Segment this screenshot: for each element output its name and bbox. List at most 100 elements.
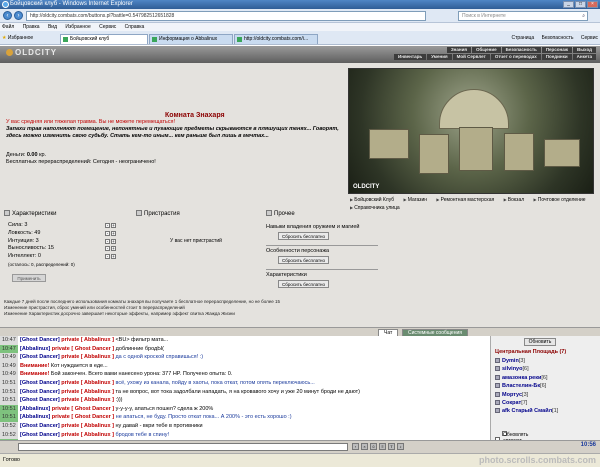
message-private-tag[interactable]: private [ Abbalinux ] — [61, 337, 114, 343]
nav-battles[interactable]: Поединки — [541, 54, 572, 60]
scene-building[interactable] — [369, 129, 409, 159]
plus-button[interactable]: + — [111, 238, 116, 244]
close-button[interactable]: × — [587, 1, 598, 8]
user-info-icon[interactable] — [495, 383, 500, 389]
message-time[interactable]: 10:51 — [0, 396, 18, 405]
minus-button[interactable]: - — [105, 230, 110, 236]
message-private-tag[interactable]: private [ Ghost Dancer ] — [52, 346, 114, 352]
chat-input[interactable] — [18, 443, 348, 451]
user-info-icon[interactable] — [495, 399, 500, 405]
plus-button[interactable]: + — [111, 230, 116, 236]
filter-icon[interactable]: ≡ — [379, 443, 386, 450]
online-user[interactable]: Сократ[7] — [495, 399, 558, 407]
message-sender[interactable]: [Ghost Dancer] — [20, 354, 60, 360]
message-private-tag[interactable]: private [ Abbalinux ] — [61, 397, 114, 403]
sound-icon[interactable]: ♪ — [397, 443, 404, 450]
user-info-icon[interactable] — [495, 358, 500, 363]
reset-characteristics-button[interactable]: Сбросить бесплатно — [278, 280, 330, 288]
message-private-tag[interactable]: private [ Abbalinux ] — [61, 432, 114, 438]
nav-exit[interactable]: Выход — [572, 47, 596, 53]
link-shop[interactable]: Магазин — [404, 197, 427, 203]
search-input[interactable]: Поиск в Интернете ⌕ — [458, 11, 588, 21]
message-time[interactable]: 10:47 — [0, 336, 18, 345]
online-user[interactable]: Властелин-Бк[6] — [495, 382, 558, 390]
message-sender[interactable]: [Abbalinux] — [20, 414, 50, 420]
online-user[interactable]: амазонка реки[6] — [495, 374, 558, 382]
message-sender[interactable]: [Ghost Dancer] — [20, 423, 60, 429]
menu-edit[interactable]: Правка — [23, 24, 40, 30]
message-time[interactable]: 10:49 — [0, 370, 18, 379]
menu-file[interactable]: Файл — [2, 24, 14, 30]
online-user[interactable]: Dymin[3] — [495, 357, 558, 365]
message-time[interactable]: 10:52 — [0, 430, 18, 440]
message-time[interactable]: 10:47 — [0, 344, 18, 354]
apply-button[interactable]: Применить — [12, 274, 46, 282]
reset-weapon-skills-button[interactable]: Сбросить бесплатно — [278, 232, 330, 240]
forward-button[interactable]: › — [14, 11, 23, 20]
message-private-tag[interactable]: private [ Ghost Dancer ] — [52, 414, 114, 420]
menu-tools[interactable]: Сервис — [99, 24, 116, 30]
nav-skills[interactable]: Умения — [427, 54, 452, 60]
tab-abbalinux-info[interactable]: Информация о Abbalinux — [149, 34, 233, 44]
user-name[interactable]: Властелин-Бк — [502, 383, 540, 389]
security-menu[interactable]: Безопасность — [542, 35, 574, 41]
user-name[interactable]: Dymin — [502, 358, 519, 364]
chat-log[interactable]: 10:47 [Ghost Dancer] private [ Abbalinux … — [0, 336, 490, 440]
nav-communication[interactable]: Общение — [472, 47, 501, 53]
menu-view[interactable]: Вид — [48, 24, 57, 30]
message-private-tag[interactable]: private [ Abbalinux ] — [61, 354, 114, 360]
nav-profile[interactable]: Анкета — [572, 54, 596, 60]
message-time[interactable]: 10:51 — [0, 413, 18, 422]
translit-icon[interactable]: T — [388, 443, 395, 450]
tools-menu[interactable]: Сервис — [581, 35, 598, 41]
scene-building[interactable] — [504, 133, 534, 171]
online-user[interactable]: afk Старый Смайл[1] — [495, 407, 558, 415]
user-info-icon[interactable] — [495, 366, 500, 372]
message-time[interactable]: 10:49 — [0, 353, 18, 362]
online-user[interactable]: Мортус[3] — [495, 391, 558, 399]
message-time[interactable]: 10:51 — [0, 378, 18, 388]
message-sender[interactable]: [Ghost Dancer] — [20, 337, 60, 343]
user-info-icon[interactable] — [495, 374, 500, 380]
minus-button[interactable]: - — [105, 238, 110, 244]
message-sender[interactable]: [Ghost Dancer] — [20, 432, 60, 438]
link-repair[interactable]: Ремонтная мастерская — [436, 197, 494, 203]
minus-button[interactable]: - — [105, 254, 110, 260]
message-private-tag[interactable]: private [ Abbalinux ] — [61, 423, 114, 429]
tab-url[interactable]: http://oldcity.combats.com/i... — [234, 34, 318, 44]
menu-help[interactable]: Справка — [125, 24, 145, 30]
message-sender[interactable]: [Abbalinux] — [20, 406, 50, 412]
user-name[interactable]: afk Старый Смайл — [502, 408, 552, 414]
plus-button[interactable]: + — [111, 223, 116, 228]
url-field[interactable]: http://oldcity.combats.com/buttons.pl?ba… — [26, 11, 426, 21]
plus-button[interactable]: + — [111, 254, 116, 260]
nav-security[interactable]: Безопасность — [501, 47, 541, 53]
maximize-button[interactable]: □ — [575, 1, 586, 8]
message-sender[interactable]: [Ghost Dancer] — [20, 389, 60, 395]
message-time[interactable]: 10:51 — [0, 404, 18, 414]
nav-knowledge[interactable]: Знания — [446, 47, 472, 53]
nav-transfers[interactable]: Отчет о переводах — [490, 54, 541, 60]
smile-icon[interactable]: ☺ — [370, 443, 377, 450]
user-name[interactable]: Сократ — [502, 400, 521, 406]
scene-building[interactable] — [459, 127, 493, 171]
message-private-tag[interactable]: private [ Ghost Dancer ] — [52, 406, 114, 412]
message-time[interactable]: 10:51 — [0, 387, 18, 397]
scene-building[interactable] — [419, 134, 449, 174]
online-user[interactable]: silvinyo[6] — [495, 365, 558, 373]
user-name[interactable]: Мортус — [502, 392, 522, 398]
nav-servlet[interactable]: Мой Сервлет — [452, 54, 490, 60]
refresh-button[interactable]: Обновить — [524, 338, 556, 346]
tab-fight-club[interactable]: Бойцовский клуб — [60, 34, 148, 44]
message-private-tag[interactable]: private [ Abbalinux ] — [61, 380, 114, 386]
message-sender[interactable]: [Ghost Dancer] — [20, 397, 60, 403]
message-sender[interactable]: [Ghost Dancer] — [20, 380, 60, 386]
message-time[interactable]: 10:52 — [0, 421, 18, 431]
user-info-icon[interactable] — [495, 408, 500, 414]
message-time[interactable]: 10:49 — [0, 361, 18, 371]
send-icon[interactable]: › — [352, 443, 359, 450]
minus-button[interactable]: - — [105, 246, 110, 252]
message-sender[interactable]: [Abbalinux] — [20, 346, 50, 352]
link-post[interactable]: Почтовое отделение — [534, 197, 586, 203]
link-station[interactable]: Вокзал — [504, 197, 525, 203]
